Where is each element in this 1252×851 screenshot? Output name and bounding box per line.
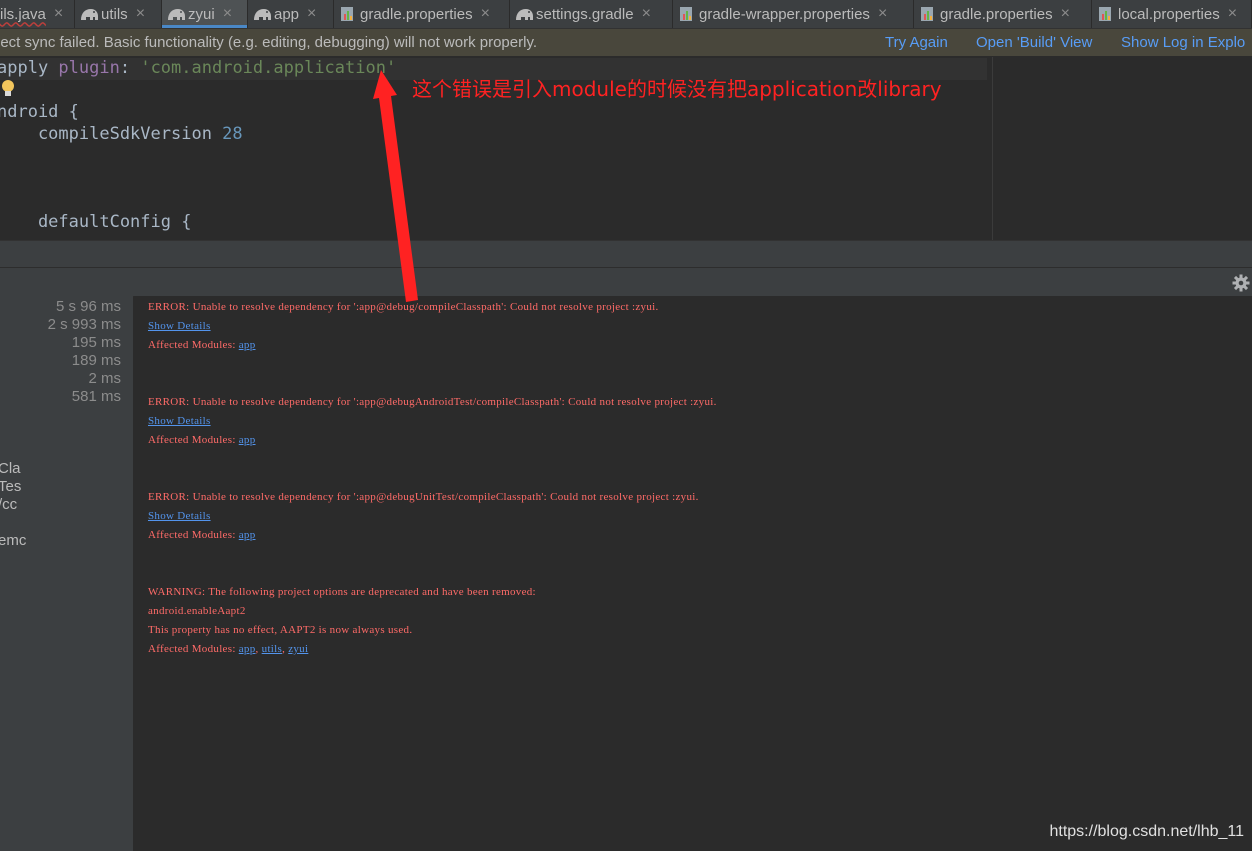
properties-file-icon [918, 5, 938, 23]
properties-file-icon [677, 5, 697, 23]
affected-modules-label: Affected Modules: [148, 529, 239, 541]
warning-line: WARNING: The following project options a… [148, 586, 536, 598]
code-token: plugin [48, 58, 120, 78]
tab-utils[interactable]: utils × [75, 0, 162, 28]
tab-gradle-wrapper-properties[interactable]: gradle-wrapper.properties × [673, 0, 914, 28]
show-details-link[interactable]: Show Details [148, 415, 211, 427]
close-icon[interactable]: × [223, 5, 232, 23]
close-icon[interactable]: × [878, 5, 887, 23]
tab-zyui[interactable]: zyui × [162, 0, 248, 28]
error-line: ERROR: Unable to resolve dependency for … [148, 301, 659, 313]
tab-local-properties[interactable]: local.properties × [1092, 0, 1252, 28]
tab-label: local.properties [1118, 5, 1220, 23]
show-details-link[interactable]: Show Details [148, 320, 211, 332]
properties-file-icon [338, 5, 358, 23]
affected-modules-label: Affected Modules: [148, 339, 239, 351]
module-link-app[interactable]: app [239, 434, 256, 446]
tab-label: gradle.properties [940, 5, 1053, 23]
gradle-elephant-icon [514, 5, 534, 23]
affected-modules-label: Affected Modules: [148, 434, 239, 446]
try-again-link[interactable]: Try Again [885, 34, 948, 51]
gradle-elephant-icon [252, 5, 272, 23]
tab-label: gradle.properties [360, 5, 473, 23]
affected-modules-line: Affected Modules: app [148, 339, 256, 351]
error-line: ERROR: Unable to resolve dependency for … [148, 396, 717, 408]
build-time: 2 s 993 ms [47, 316, 121, 333]
properties-file-icon [1096, 5, 1116, 23]
annotation-text: 这个错误是引入module的时候没有把application改library [412, 77, 942, 101]
tree-item[interactable]: emc [0, 532, 26, 549]
right-margin-guide [992, 57, 993, 240]
build-time: 195 ms [71, 334, 121, 351]
code-line-2: ndroid { [0, 102, 79, 122]
notification-message: ject sync failed. Basic functionality (e… [0, 34, 537, 51]
code-token: compileSdkVersion [0, 124, 223, 144]
affected-modules-label: Affected Modules: [148, 643, 239, 655]
tab-settings-gradle[interactable]: settings.gradle × [510, 0, 673, 28]
tree-item[interactable]: /cc [0, 496, 17, 513]
show-log-link[interactable]: Show Log in Explo [1121, 34, 1245, 51]
build-time: 5 s 96 ms [55, 298, 121, 315]
show-details-wrapper: Show Details [148, 510, 211, 522]
tab-label: ils.java [0, 5, 46, 23]
affected-modules-line: Affected Modules: app [148, 529, 256, 541]
close-icon[interactable]: × [1061, 5, 1070, 23]
close-icon[interactable]: × [54, 5, 63, 23]
tab-label: zyui [188, 5, 215, 23]
tree-item[interactable]: Tes [0, 478, 21, 495]
warning-line: android.enableAapt2 [148, 605, 246, 617]
close-icon[interactable]: × [136, 5, 145, 23]
tab-app[interactable]: app × [248, 0, 334, 28]
warning-line: This property has no effect, AAPT2 is no… [148, 624, 413, 636]
watermark: https://blog.csdn.net/lhb_11 [1049, 823, 1244, 840]
tab-label: app [274, 5, 300, 23]
build-panel-header [0, 267, 1252, 297]
open-build-view-link[interactable]: Open 'Build' View [976, 34, 1092, 51]
sync-failed-notification: ject sync failed. Basic functionality (e… [0, 29, 1252, 56]
tab-utils-java[interactable]: ils.java × [0, 0, 75, 28]
editor-tab-bar: ils.java × utils × zyui × app × gradle.p… [0, 0, 1252, 29]
show-details-link[interactable]: Show Details [148, 510, 211, 522]
build-tree[interactable]: 5 s 96 ms 2 s 993 ms 195 ms 189 ms 2 ms … [0, 296, 133, 851]
code-editor[interactable]: apply plugin: 'com.android.application' … [0, 57, 1252, 240]
tab-label: settings.gradle [536, 5, 634, 23]
tree-item[interactable]: Cla [0, 460, 21, 477]
tab-gradle-properties-2[interactable]: gradle.properties × [914, 0, 1092, 28]
tab-label: utils [101, 5, 128, 23]
lightbulb-icon[interactable] [0, 79, 16, 99]
close-icon[interactable]: × [307, 5, 316, 23]
editor-bottom-bar [0, 240, 1252, 268]
code-token: 28 [222, 124, 243, 144]
module-link-app[interactable]: app [239, 529, 256, 541]
affected-modules-line: Affected Modules: app [148, 434, 256, 446]
code-line-4: defaultConfig { [0, 212, 192, 232]
affected-modules-line: Affected Modules: app, utils, zyui [148, 643, 308, 655]
tab-gradle-properties[interactable]: gradle.properties × [334, 0, 510, 28]
build-time: 581 ms [71, 388, 121, 405]
show-details-wrapper: Show Details [148, 415, 211, 427]
build-console: ERROR: Unable to resolve dependency for … [134, 296, 1252, 851]
tab-label: gradle-wrapper.properties [699, 5, 870, 23]
close-icon[interactable]: × [1228, 5, 1237, 23]
build-time: 2 ms [88, 370, 121, 387]
module-link-app[interactable]: app [239, 643, 256, 655]
code-token: : [119, 58, 141, 78]
gear-icon[interactable] [1232, 274, 1250, 292]
gradle-elephant-icon [166, 5, 186, 23]
close-icon[interactable]: × [642, 5, 651, 23]
module-link-app[interactable]: app [239, 339, 256, 351]
module-link-utils[interactable]: utils [262, 643, 282, 655]
close-icon[interactable]: × [481, 5, 490, 23]
gradle-elephant-icon [79, 5, 99, 23]
code-token: apply [0, 58, 49, 78]
build-time: 189 ms [71, 352, 121, 369]
code-line-3: compileSdkVersion 28 [0, 124, 243, 146]
code-token: 'com.android.application' [140, 58, 397, 78]
error-line: ERROR: Unable to resolve dependency for … [148, 491, 699, 503]
module-link-zyui[interactable]: zyui [288, 643, 308, 655]
show-details-wrapper: Show Details [148, 320, 211, 332]
